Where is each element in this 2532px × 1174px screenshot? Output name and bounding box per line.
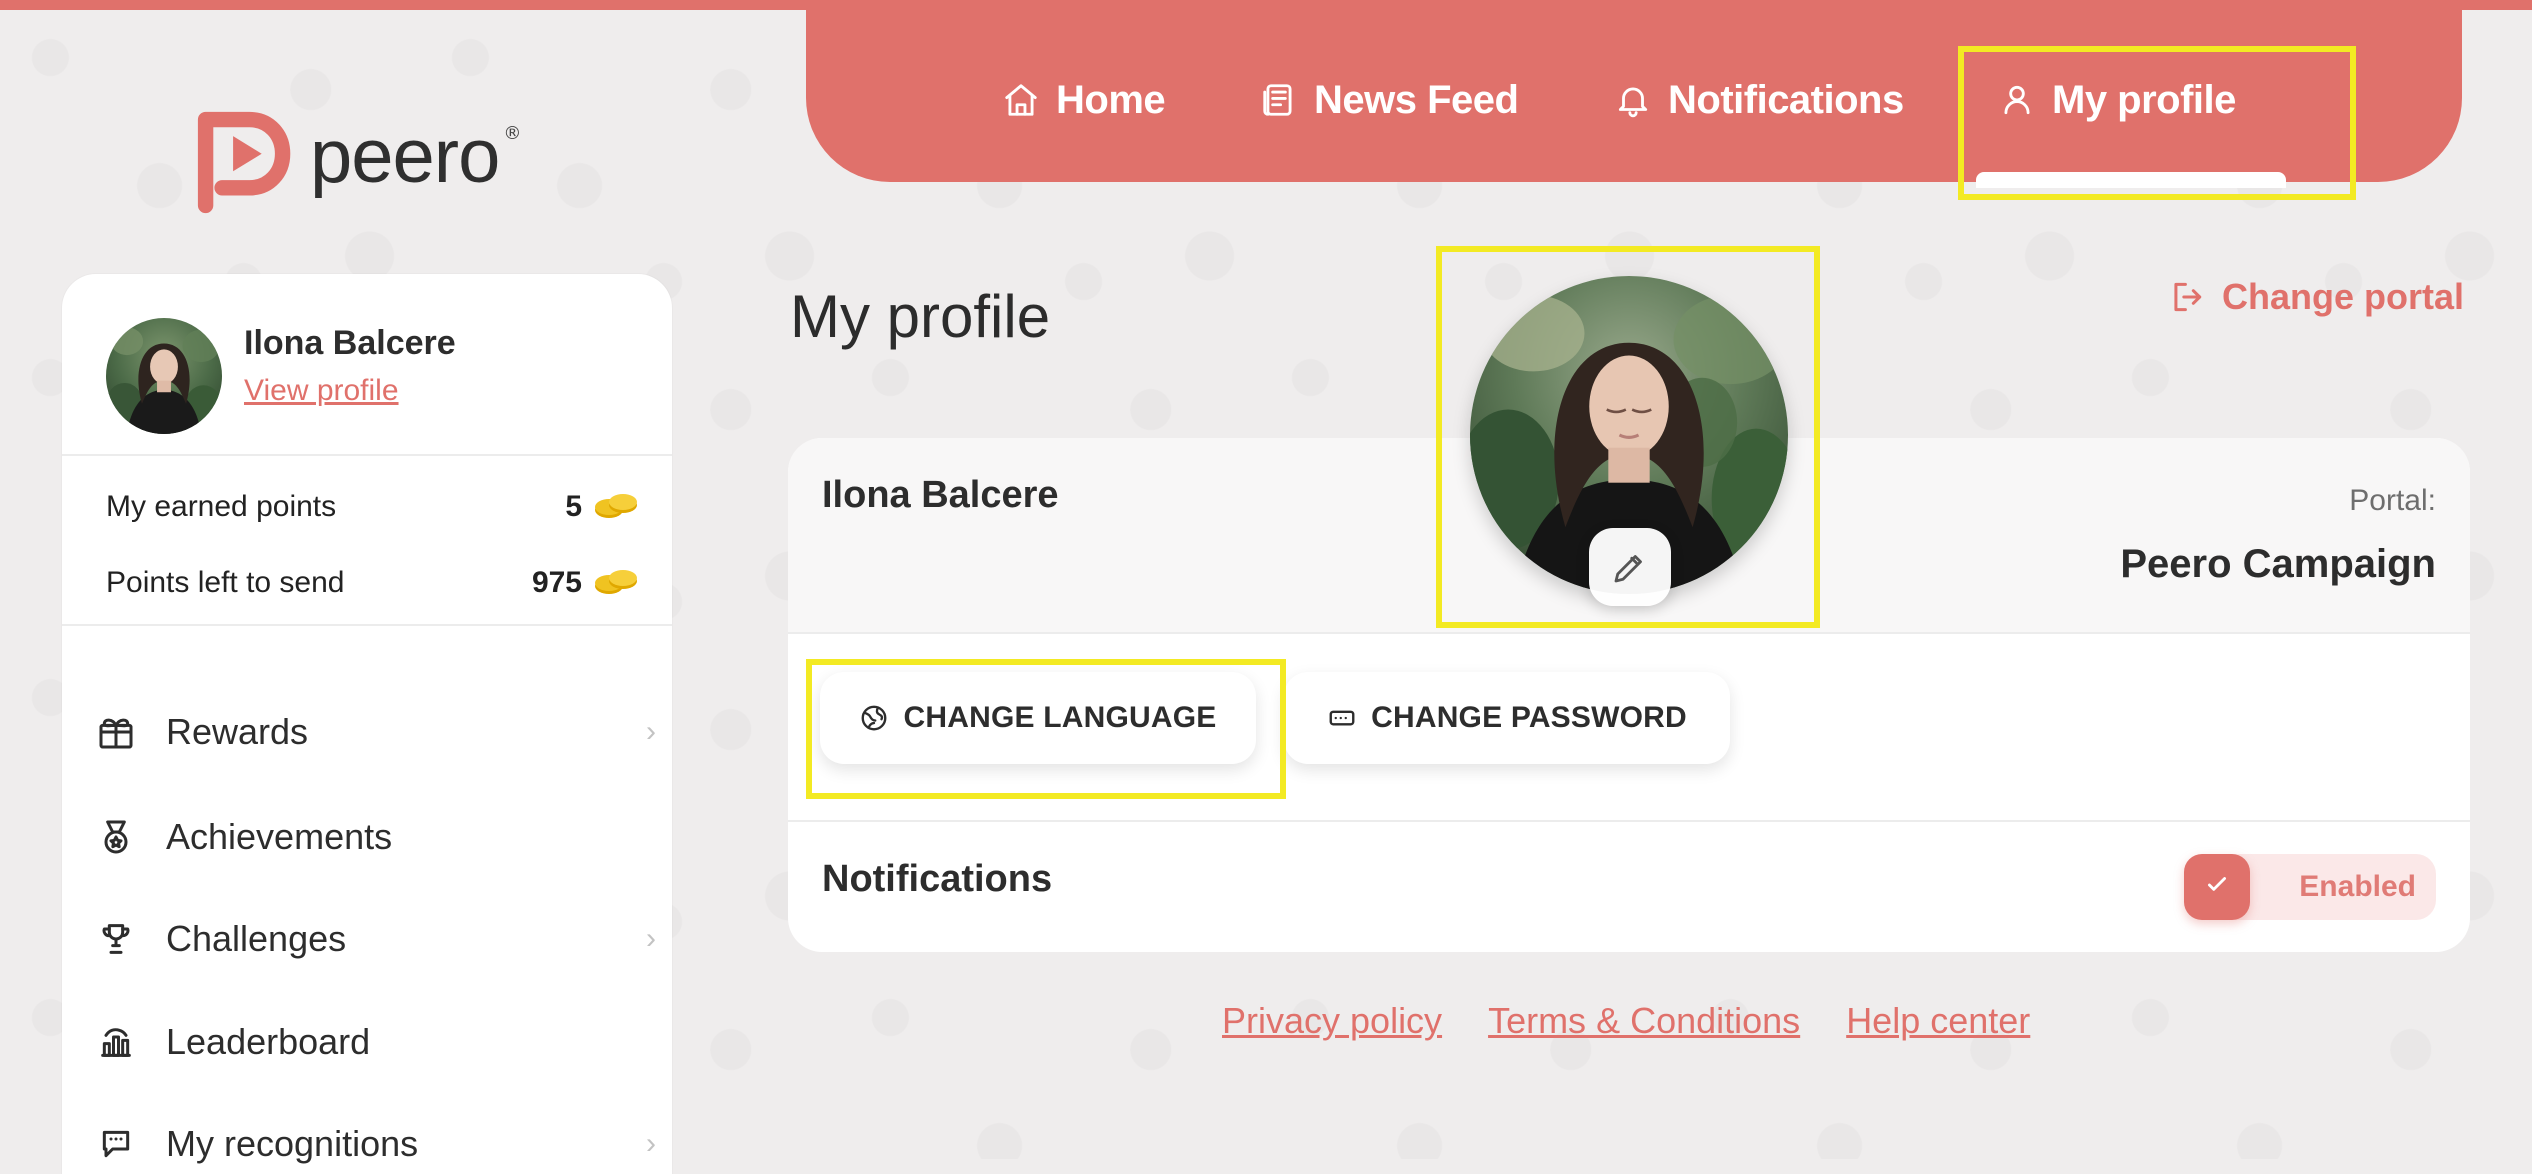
- footer-links: Privacy policy Terms & Conditions Help c…: [1222, 1000, 2030, 1042]
- sidebar-avatar[interactable]: [106, 318, 222, 434]
- bell-icon: [1618, 87, 1648, 118]
- page-title: My profile: [790, 283, 1051, 350]
- points-left-value: 975: [531, 566, 582, 599]
- change-portal-icon: [2174, 282, 2202, 312]
- sidebar-item-leaderboard[interactable]: Leaderboard: [96, 1014, 656, 1070]
- notifications-toggle[interactable]: Enabled: [2184, 854, 2436, 920]
- edit-avatar-button[interactable]: [1589, 528, 1671, 606]
- nav-home-label: Home: [1056, 77, 1166, 122]
- sidebar-item-rewards[interactable]: Rewards ›: [96, 704, 656, 760]
- leaderboard-icon: [101, 1028, 131, 1057]
- recognitions-icon: [102, 1130, 130, 1158]
- nav-news-feed[interactable]: News Feed: [1260, 70, 1519, 130]
- top-navigation: Home News Feed Notifications My profile: [806, 10, 2462, 188]
- notifications-row: Notifications Enabled: [788, 820, 2470, 952]
- password-field-icon: [1329, 710, 1355, 726]
- sidebar-item-rewards-label: Rewards: [166, 711, 309, 752]
- pencil-icon: [1614, 555, 1642, 583]
- top-accent-strip: [0, 0, 2532, 10]
- sidebar-item-my-recognitions[interactable]: My recognitions ›: [96, 1116, 656, 1172]
- points-left-label: Points left to send: [106, 566, 345, 599]
- gift-icon: [99, 718, 133, 749]
- logo-text: peero: [310, 114, 500, 199]
- news-feed-icon: [1263, 84, 1292, 116]
- nav-notifications[interactable]: Notifications: [1614, 70, 1904, 130]
- coins-icon: [595, 494, 637, 518]
- earned-points-row: My earned points 5: [106, 484, 640, 530]
- sidebar-item-challenges-label: Challenges: [166, 918, 347, 959]
- chevron-right-icon: ›: [646, 1127, 656, 1160]
- person-photo-icon: [106, 318, 222, 434]
- check-icon: [2208, 877, 2226, 891]
- change-password-button[interactable]: CHANGE PASSWORD: [1284, 672, 1730, 764]
- globe-icon: [862, 705, 887, 731]
- help-center-link[interactable]: Help center: [1846, 1000, 2030, 1042]
- nav-news-feed-label: News Feed: [1314, 77, 1519, 122]
- change-language-button[interactable]: CHANGE LANGUAGE: [820, 672, 1256, 764]
- nav-my-profile-label: My profile: [2052, 77, 2236, 122]
- change-portal-label: Change portal: [2222, 276, 2465, 317]
- coins-icon: [595, 570, 637, 594]
- view-profile-link[interactable]: View profile: [244, 374, 399, 408]
- earned-points-value: 5: [565, 490, 582, 523]
- terms-conditions-link[interactable]: Terms & Conditions: [1488, 1000, 1800, 1042]
- nav-active-indicator: [1976, 172, 2286, 188]
- chevron-right-icon: ›: [646, 922, 656, 955]
- nav-notifications-label: Notifications: [1668, 77, 1904, 122]
- sidebar: Ilona Balcere View profile My earned poi…: [62, 274, 672, 1174]
- earned-points-value-group: 5: [565, 490, 640, 524]
- notifications-status: Enabled: [2299, 870, 2416, 903]
- sidebar-user-name: Ilona Balcere: [244, 324, 456, 362]
- medal-icon: [104, 820, 128, 854]
- user-icon: [2004, 85, 2030, 115]
- home-icon: [1005, 84, 1037, 116]
- sidebar-item-leaderboard-label: Leaderboard: [166, 1021, 371, 1062]
- privacy-policy-link[interactable]: Privacy policy: [1222, 1000, 1442, 1042]
- change-password-label: CHANGE PASSWORD: [1371, 701, 1687, 734]
- brand-logo[interactable]: peero ®: [188, 96, 568, 218]
- sidebar-item-challenges[interactable]: Challenges ›: [96, 911, 656, 967]
- sidebar-item-achievements[interactable]: Achievements: [96, 809, 656, 865]
- profile-actions: CHANGE LANGUAGE CHANGE PASSWORD: [788, 632, 2470, 822]
- points-summary: My earned points 5 Points left to send 9…: [62, 454, 672, 626]
- change-portal-link[interactable]: Change portal: [2168, 276, 2464, 318]
- portal-label: Portal:: [2349, 484, 2436, 517]
- toggle-knob: [2184, 854, 2250, 920]
- chevron-right-icon: ›: [646, 715, 656, 748]
- change-language-label: CHANGE LANGUAGE: [903, 701, 1217, 734]
- earned-points-label: My earned points: [106, 490, 337, 523]
- sidebar-profile: Ilona Balcere View profile: [62, 274, 672, 456]
- portal-value: Peero Campaign: [2120, 542, 2436, 586]
- nav-my-profile[interactable]: My profile: [1998, 70, 2236, 130]
- logo-mark-icon: [197, 111, 291, 214]
- points-left-row: Points left to send 975: [106, 560, 640, 606]
- logo-registered-mark: ®: [503, 122, 522, 144]
- sidebar-item-achievements-label: Achievements: [166, 816, 393, 857]
- profile-name: Ilona Balcere: [822, 474, 1059, 516]
- points-left-value-group: 975: [532, 566, 640, 600]
- notifications-label: Notifications: [822, 858, 1053, 900]
- nav-home[interactable]: Home: [1002, 70, 1166, 130]
- trophy-icon: [102, 924, 130, 954]
